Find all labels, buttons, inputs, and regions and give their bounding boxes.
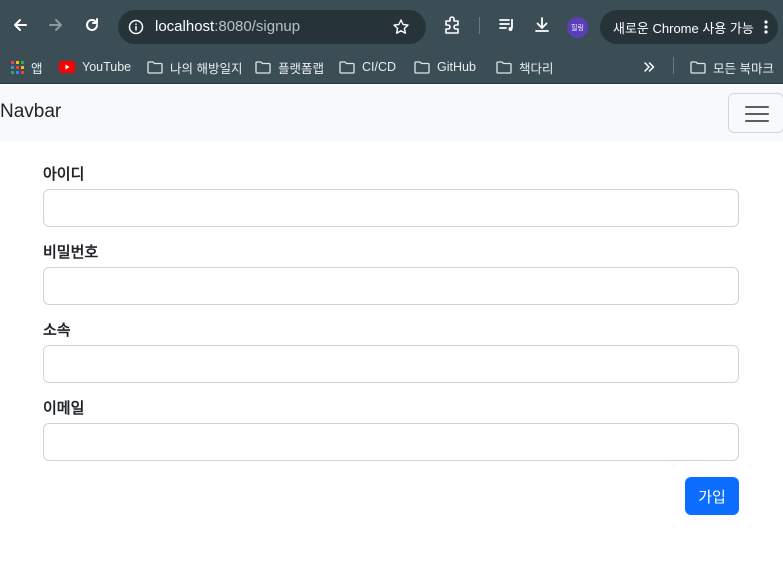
affiliation-input[interactable] [43, 345, 739, 383]
folder-icon [339, 60, 355, 74]
double-chevron-icon[interactable] [643, 56, 662, 78]
bookmarks-bar: 앱 YouTube 나의 해방일지 플랫폼랩 CI/CD GitHub 책다리 … [0, 50, 783, 84]
email-label: 이메일 [43, 400, 85, 417]
folder-icon [690, 60, 706, 74]
apps-grid-icon [11, 60, 24, 74]
password-input[interactable] [43, 267, 739, 305]
affiliation-label: 소속 [43, 322, 71, 339]
bookmark-label: 책다리 [519, 61, 554, 76]
chrome-update-button[interactable]: 새로운 Chrome 사용 가능 [600, 10, 778, 44]
bookmark-folder[interactable]: 플랫폼랩 [255, 56, 324, 78]
media-control-icon[interactable] [497, 15, 517, 35]
bookmark-apps[interactable]: 앱 [11, 56, 43, 78]
url-text[interactable]: localhost:8080/signup [155, 19, 300, 35]
browser-toolbar: localhost:8080/signup 힐링 새로운 Chrome 사용 가… [0, 0, 783, 50]
folder-icon [147, 60, 163, 74]
bookmark-star-icon[interactable] [392, 18, 410, 36]
bookmark-folder[interactable]: GitHub [414, 56, 476, 78]
password-label: 비밀번호 [43, 244, 99, 261]
navbar-brand[interactable]: Navbar [0, 100, 61, 124]
folder-icon [255, 60, 271, 74]
bookmark-all[interactable]: 모든 북마크 [690, 56, 774, 78]
chrome-update-label: 새로운 Chrome 사용 가능 [613, 20, 754, 36]
toolbar-divider [479, 17, 480, 34]
bookmark-label: GitHub [437, 60, 476, 74]
signup-submit-button[interactable]: 가입 [685, 477, 739, 515]
url-host: localhost [155, 18, 215, 35]
forward-icon[interactable] [44, 13, 68, 37]
site-info-icon[interactable] [128, 19, 144, 35]
back-icon[interactable] [8, 13, 32, 37]
folder-icon [414, 60, 430, 74]
bookmark-label: 모든 북마크 [713, 61, 774, 76]
page-navbar: Navbar [0, 85, 783, 141]
bookmark-label: 앱 [31, 61, 43, 76]
more-menu-icon[interactable] [764, 20, 768, 34]
reload-icon[interactable] [80, 13, 104, 37]
extensions-icon[interactable] [442, 15, 462, 35]
youtube-icon [59, 61, 75, 73]
bookmark-youtube[interactable]: YouTube [59, 56, 131, 78]
bookmark-label: 플랫폼랩 [278, 61, 325, 76]
bookmarks-divider [673, 57, 674, 74]
bookmark-label: 나의 해방일지 [170, 61, 243, 76]
email-input[interactable] [43, 423, 739, 461]
address-bar[interactable]: localhost:8080/signup [118, 10, 426, 44]
bookmark-label: CI/CD [362, 60, 397, 74]
username-label: 아이디 [43, 166, 85, 183]
bookmark-folder[interactable]: 나의 해방일지 [147, 56, 242, 78]
bookmark-folder[interactable]: CI/CD [339, 56, 396, 78]
folder-icon [496, 60, 512, 74]
bookmark-label: YouTube [82, 60, 132, 74]
download-icon[interactable] [532, 15, 552, 35]
url-path: :8080/signup [214, 18, 301, 35]
username-input[interactable] [43, 189, 739, 227]
profile-label: 힐링 [571, 24, 584, 32]
bookmark-folder[interactable]: 책다리 [496, 56, 554, 78]
navbar-toggler-button[interactable] [728, 93, 783, 133]
profile-avatar[interactable]: 힐링 [567, 17, 588, 38]
